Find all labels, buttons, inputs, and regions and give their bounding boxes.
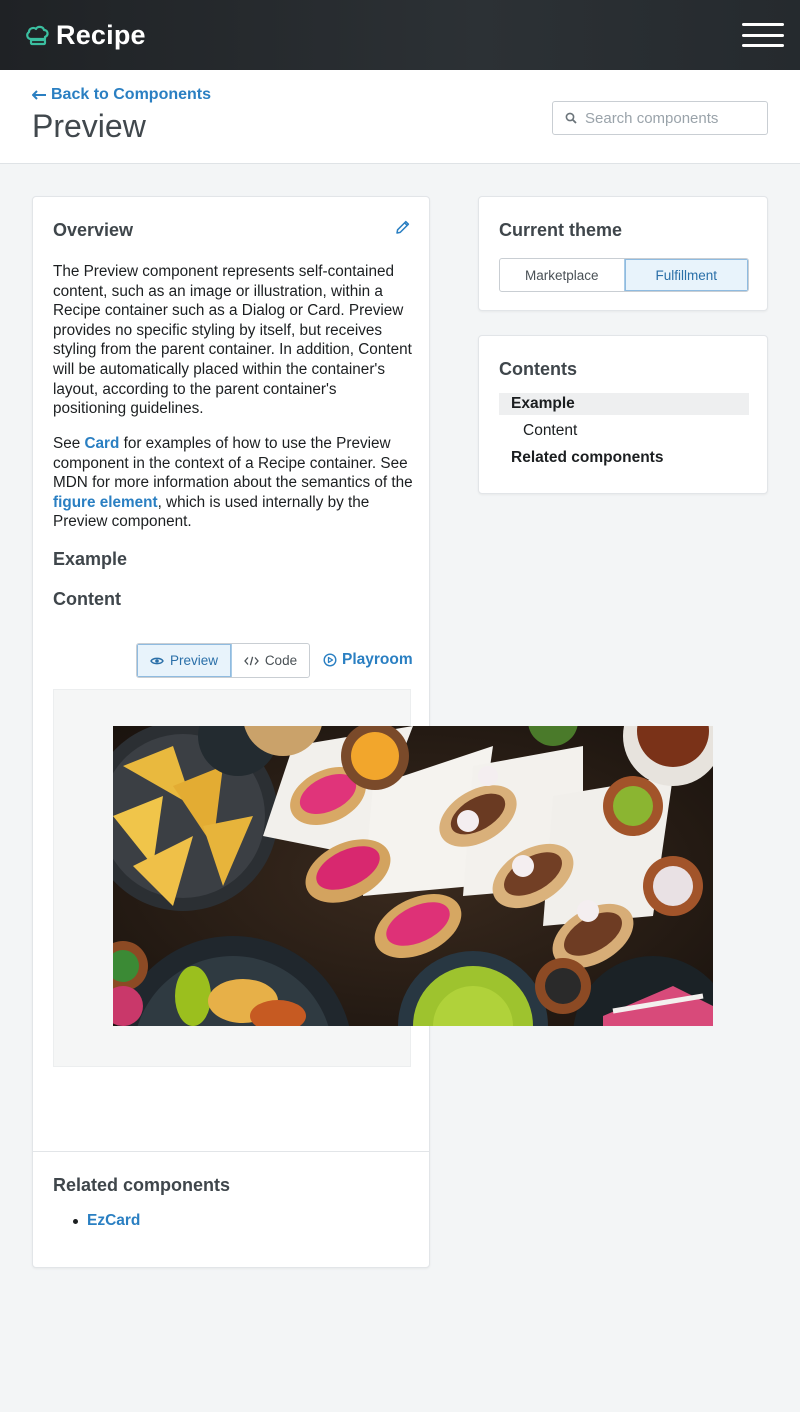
arrow-left-icon bbox=[32, 90, 46, 100]
related-components-title: Related components bbox=[53, 1175, 231, 1195]
overview-paragraph-2: See Card for examples of how to use the … bbox=[53, 434, 413, 532]
figure-element-link[interactable]: figure element bbox=[53, 494, 158, 511]
pencil-icon[interactable] bbox=[395, 219, 411, 235]
hamburger-menu-icon[interactable] bbox=[742, 20, 784, 50]
back-to-components-link[interactable]: Back to Components bbox=[32, 86, 211, 104]
preview-tab-label: Preview bbox=[169, 653, 218, 668]
content-heading: Content bbox=[53, 589, 121, 609]
toc-item-example[interactable]: Example bbox=[499, 393, 749, 415]
current-theme-card: Current theme Marketplace Fulfillment bbox=[478, 196, 768, 311]
toc-item-content[interactable]: Content bbox=[499, 415, 749, 444]
theme-switcher: Marketplace Fulfillment bbox=[499, 258, 749, 292]
card-link[interactable]: Card bbox=[84, 435, 119, 452]
current-theme-title: Current theme bbox=[499, 220, 623, 240]
play-circle-icon bbox=[323, 653, 337, 667]
playroom-label: Playroom bbox=[342, 651, 413, 668]
related-components-list: EzCard bbox=[73, 1212, 140, 1230]
overview-paragraph-1: The Preview component represents self-co… bbox=[53, 263, 412, 418]
brand-name: Recipe bbox=[56, 19, 146, 50]
preview-tab[interactable]: Preview bbox=[137, 644, 232, 677]
table-of-contents: Example Content Related components bbox=[499, 393, 749, 467]
search-box[interactable] bbox=[552, 101, 768, 135]
contents-card: Contents Example Content Related compone… bbox=[478, 335, 768, 494]
see-text: See bbox=[53, 435, 81, 452]
back-link-label: Back to Components bbox=[51, 86, 212, 103]
theme-option-marketplace[interactable]: Marketplace bbox=[500, 259, 625, 291]
theme-option-fulfillment[interactable]: Fulfillment bbox=[624, 259, 748, 291]
example-heading: Example bbox=[53, 549, 128, 569]
ezcard-link[interactable]: EzCard bbox=[87, 1212, 140, 1230]
search-icon bbox=[565, 112, 577, 124]
overview-title: Overview bbox=[53, 220, 134, 240]
code-tab[interactable]: Code bbox=[232, 644, 309, 677]
code-tab-label: Code bbox=[264, 653, 298, 668]
page-title: Preview bbox=[32, 108, 146, 144]
toc-item-related-components[interactable]: Related components bbox=[499, 444, 749, 467]
tacos-image bbox=[113, 726, 713, 1026]
eye-icon bbox=[150, 657, 164, 664]
page-header: Back to Components Preview bbox=[0, 70, 800, 164]
code-icon bbox=[243, 656, 259, 665]
preview-code-toggle: Preview Code bbox=[136, 643, 310, 678]
search-input[interactable] bbox=[585, 109, 755, 127]
list-item: EzCard bbox=[73, 1212, 140, 1230]
bullet bbox=[73, 1218, 78, 1224]
playroom-link[interactable]: Playroom bbox=[323, 651, 413, 669]
contents-title: Contents bbox=[499, 359, 577, 379]
chef-hat-icon bbox=[26, 25, 49, 46]
divider bbox=[33, 1151, 429, 1152]
top-navbar: Recipe bbox=[0, 0, 800, 70]
brand-logo[interactable]: Recipe bbox=[24, 20, 146, 51]
